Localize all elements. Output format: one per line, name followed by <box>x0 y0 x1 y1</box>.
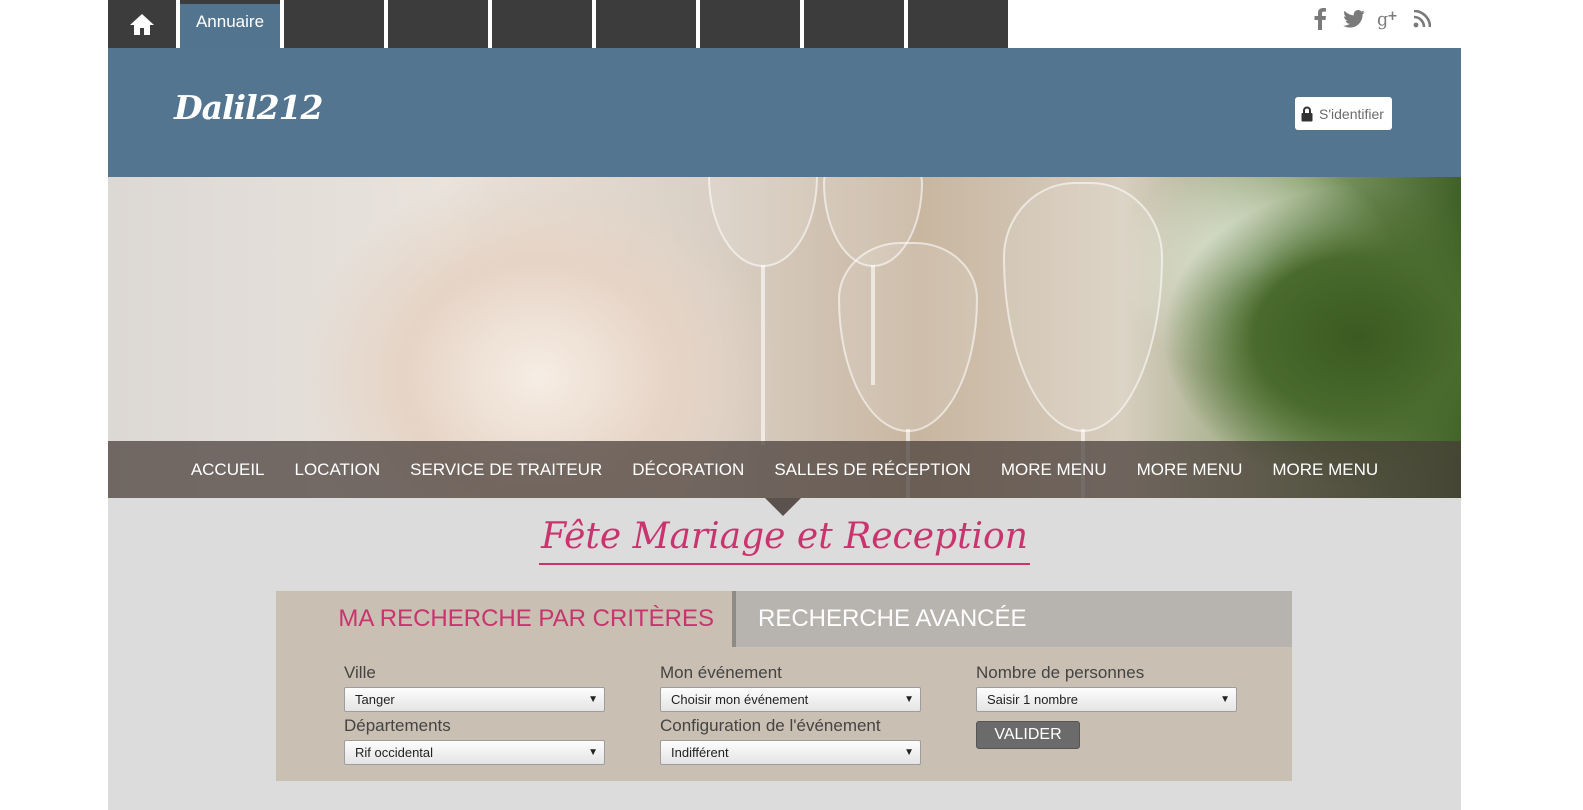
site-header: Dalil212 S'identifier <box>108 48 1461 177</box>
nav-pointer-arrow <box>765 498 801 516</box>
glass-stem-shape <box>761 265 765 445</box>
ville-label: Ville <box>344 663 376 682</box>
departements-field-group: Départements Rif occidental ▼ <box>344 716 605 765</box>
social-links: g + <box>1309 6 1433 32</box>
login-button[interactable]: S'identifier <box>1295 97 1392 130</box>
wine-glass-shape <box>708 177 818 267</box>
evenement-field-group: Mon événement Choisir mon événement ▼ <box>660 663 921 712</box>
tagline: Fête Mariage et Reception <box>108 516 1461 565</box>
content-area: Fête Mariage et Reception MA RECHERCHE P… <box>108 498 1461 810</box>
page: Annuaire g + Dalil212 S'identifier ACCUE… <box>0 0 1583 810</box>
tab-empty-5[interactable] <box>700 0 800 48</box>
personnes-select[interactable]: Saisir 1 nombre ▼ <box>976 687 1237 712</box>
tab-recherche-criteres[interactable]: MA RECHERCHE PAR CRITÈRES <box>276 591 736 647</box>
home-icon <box>130 14 154 35</box>
departements-label: Départements <box>344 716 451 735</box>
nav-accueil[interactable]: ACCUEIL <box>176 460 280 480</box>
departements-select[interactable]: Rif occidental ▼ <box>344 740 605 765</box>
personnes-field-group: Nombre de personnes Saisir 1 nombre ▼ <box>976 663 1237 712</box>
personnes-label: Nombre de personnes <box>976 663 1145 682</box>
configuration-field-group: Configuration de l'événement Indifférent… <box>660 716 921 765</box>
twitter-icon[interactable] <box>1343 6 1365 32</box>
nav-salles-de-reception[interactable]: SALLES DE RÉCEPTION <box>759 460 986 480</box>
ville-field-group: Ville Tanger ▼ <box>344 663 605 712</box>
lock-icon <box>1301 106 1313 121</box>
tagline-text: Fête Mariage et Reception <box>539 516 1030 565</box>
nav-more-menu-1[interactable]: MORE MENU <box>986 460 1122 480</box>
dropdown-arrow-icon: ▼ <box>904 747 914 758</box>
top-tab-bar: Annuaire <box>108 0 1008 48</box>
dropdown-arrow-icon: ▼ <box>1220 694 1230 705</box>
tab-annuaire[interactable]: Annuaire <box>180 0 280 48</box>
personnes-value: Saisir 1 nombre <box>987 692 1079 707</box>
google-plus-icon[interactable]: g + <box>1377 6 1399 32</box>
evenement-label: Mon événement <box>660 663 782 682</box>
search-tabs: MA RECHERCHE PAR CRITÈRES RECHERCHE AVAN… <box>276 591 1292 647</box>
evenement-select[interactable]: Choisir mon événement ▼ <box>660 687 921 712</box>
tab-empty-4[interactable] <box>596 0 696 48</box>
configuration-label: Configuration de l'événement <box>660 716 881 735</box>
tab-empty-2[interactable] <box>388 0 488 48</box>
nav-location[interactable]: LOCATION <box>280 460 396 480</box>
tab-empty-1[interactable] <box>284 0 384 48</box>
tab-empty-3[interactable] <box>492 0 592 48</box>
nav-service-de-traiteur[interactable]: SERVICE DE TRAITEUR <box>395 460 617 480</box>
rss-icon[interactable] <box>1411 6 1433 32</box>
ville-value: Tanger <box>355 692 395 707</box>
nav-more-menu-3[interactable]: MORE MENU <box>1257 460 1393 480</box>
evenement-value: Choisir mon événement <box>671 692 809 707</box>
tab-empty-7[interactable] <box>908 0 1008 48</box>
main-nav: ACCUEIL LOCATION SERVICE DE TRAITEUR DÉC… <box>108 441 1461 498</box>
svg-text:+: + <box>1387 9 1398 24</box>
facebook-icon[interactable] <box>1309 6 1331 32</box>
configuration-select[interactable]: Indifférent ▼ <box>660 740 921 765</box>
dropdown-arrow-icon: ▼ <box>588 747 598 758</box>
dropdown-arrow-icon: ▼ <box>904 694 914 705</box>
departements-value: Rif occidental <box>355 745 434 760</box>
configuration-value: Indifférent <box>671 745 729 760</box>
dropdown-arrow-icon: ▼ <box>588 694 598 705</box>
nav-decoration[interactable]: DÉCORATION <box>617 460 759 480</box>
tab-empty-6[interactable] <box>804 0 904 48</box>
site-logo[interactable]: Dalil212 <box>174 88 323 127</box>
valider-button[interactable]: VALIDER <box>976 721 1080 749</box>
login-label: S'identifier <box>1319 105 1384 122</box>
ville-select[interactable]: Tanger ▼ <box>344 687 605 712</box>
nav-more-menu-2[interactable]: MORE MENU <box>1122 460 1258 480</box>
wine-glass-shape <box>1003 182 1163 432</box>
home-tab[interactable] <box>108 0 176 48</box>
wine-glass-shape <box>838 242 978 432</box>
tab-recherche-avancee[interactable]: RECHERCHE AVANCÉE <box>732 591 1292 647</box>
search-panel: MA RECHERCHE PAR CRITÈRES RECHERCHE AVAN… <box>276 591 1292 781</box>
